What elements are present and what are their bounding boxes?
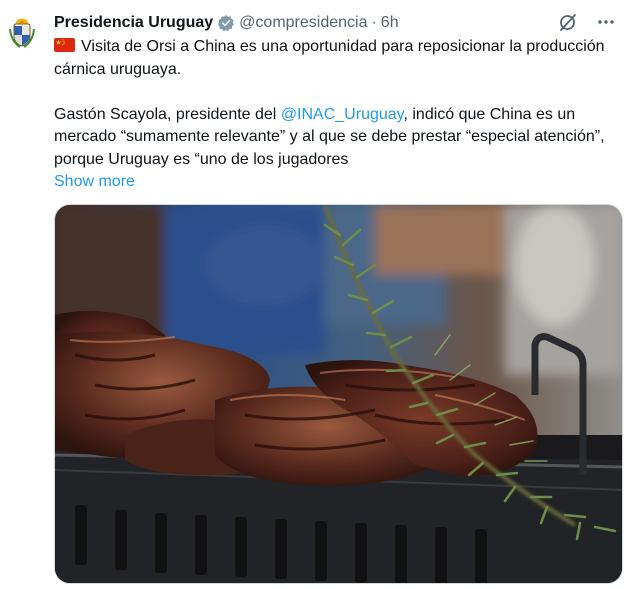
tweet-actions-top: [558, 12, 616, 32]
tweet-text-line1: Visita de Orsi a China es una oportunida…: [54, 38, 605, 78]
separator-dot: ·: [371, 14, 377, 31]
tweet-text: Visita de Orsi a China es una oportunida…: [54, 36, 614, 194]
tweet-text-part1: Gastón Scayola, presidente del: [54, 105, 281, 123]
timestamp[interactable]: 6h: [381, 12, 399, 34]
verified-badge-icon: [217, 14, 235, 32]
tweet[interactable]: Presidencia Uruguay @compresidencia · 6h: [0, 0, 626, 589]
show-more-link[interactable]: Show more: [54, 171, 135, 194]
more-icon[interactable]: [596, 12, 616, 32]
avatar[interactable]: [5, 15, 39, 49]
tweet-header: Presidencia Uruguay @compresidencia · 6h: [54, 12, 399, 34]
tweet-paragraph: Gastón Scayola, presidente del @INAC_Uru…: [54, 104, 614, 194]
author-handle[interactable]: @compresidencia: [239, 12, 367, 34]
coat-of-arms-icon: [9, 18, 35, 48]
tweet-paragraph: Visita de Orsi a China es una oportunida…: [54, 36, 614, 81]
grok-icon[interactable]: [558, 12, 578, 32]
mention-link[interactable]: @INAC_Uruguay: [281, 106, 404, 123]
tweet-photo[interactable]: [54, 204, 623, 584]
grilled-meat-photo: [55, 205, 622, 583]
author-name[interactable]: Presidencia Uruguay: [54, 12, 213, 34]
china-flag-icon: [54, 37, 75, 52]
